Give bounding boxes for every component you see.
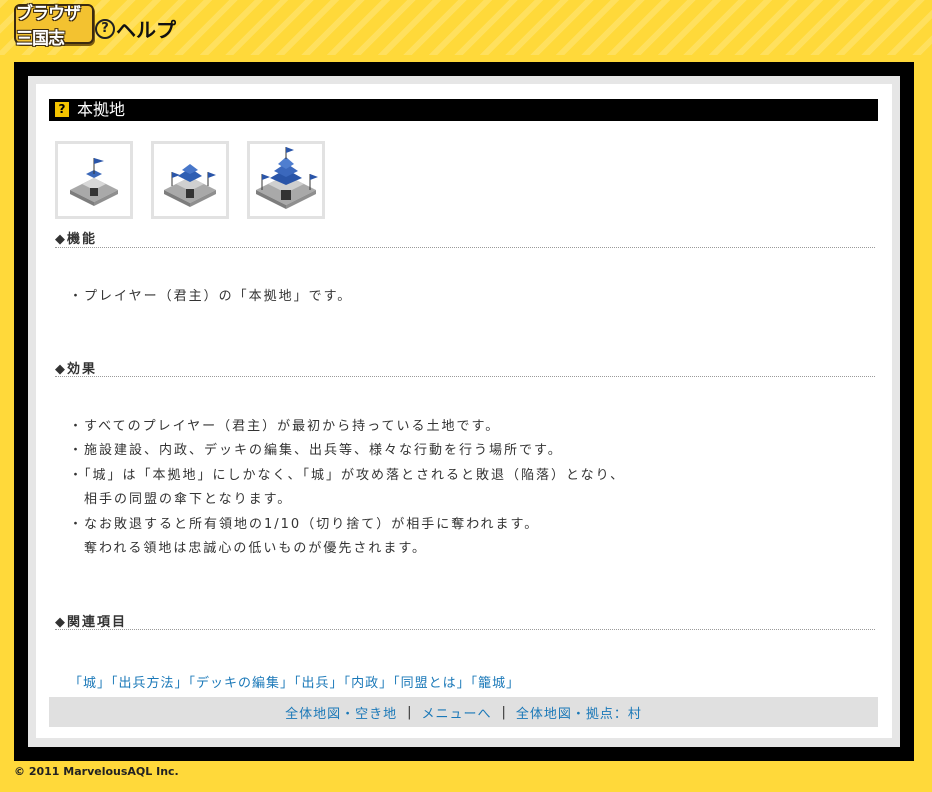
section-divider — [55, 376, 875, 377]
nav-separator: | — [501, 704, 506, 720]
related-link-dispatch[interactable]: 「出兵」 — [294, 676, 344, 691]
effect-line-5: ・なお敗退すると所有領地の1/10（切り捨て）が相手に奪われます。 — [69, 517, 540, 532]
effect-line-4: 相手の同盟の傘下となります。 — [84, 492, 293, 507]
effect-line-6: 奪われる領地は忠誠心の低いものが優先されます。 — [84, 541, 428, 556]
effect-line-2: ・施設建設、内政、デッキの編集、出兵等、様々な行動を行う場所です。 — [69, 443, 563, 458]
related-link-dispatch-method[interactable]: 「出兵方法」 — [111, 676, 189, 691]
section-title-function: ◆機能 — [55, 232, 97, 247]
nav-link-world-map-empty[interactable]: 全体地図・空き地 — [285, 703, 397, 722]
section-divider — [55, 629, 875, 630]
castle-level-1-image — [55, 141, 133, 219]
nav-link-world-map-village[interactable]: 全体地図・拠点：村 — [516, 703, 642, 722]
castle-level-3-icon — [256, 147, 318, 209]
related-links: 「城」「出兵方法」「デッキの編集」「出兵」「内政」「同盟とは」「籠城」 — [69, 672, 520, 691]
content-frame: ? 本拠地 ◆機能 ・プレイヤー（君主）の「本拠地」です。 ◆効果 ・すべてのプ… — [14, 62, 914, 761]
page-title: ヘルプ — [116, 18, 176, 42]
castle-level-2-icon — [164, 164, 216, 207]
castle-level-3-image — [247, 141, 325, 219]
question-circle-icon: ? — [95, 19, 115, 39]
related-link-castle[interactable]: 「城」 — [69, 676, 111, 691]
related-link-alliance[interactable]: 「同盟とは」 — [393, 676, 471, 691]
section-title-effect: ◆効果 — [55, 362, 97, 377]
castle-level-2-image — [151, 141, 229, 219]
logo-text: ブラウザ三国志 — [16, 4, 81, 49]
castle-level-1-icon — [70, 158, 118, 206]
effect-line-3: ・「城」は「本拠地」にしかなく、「城」が攻め落とされると敗退（陥落）となり、 — [69, 468, 626, 483]
content-frame-inner: ? 本拠地 ◆機能 ・プレイヤー（君主）の「本拠地」です。 ◆効果 ・すべてのプ… — [28, 76, 900, 747]
section-title-related: ◆関連項目 — [55, 615, 127, 630]
related-link-deck-edit[interactable]: 「デッキの編集」 — [189, 676, 295, 691]
section-divider — [55, 247, 875, 248]
game-logo[interactable]: ブラウザ三国志 — [14, 4, 94, 49]
related-link-internal-affairs[interactable]: 「内政」 — [344, 676, 394, 691]
related-link-siege[interactable]: 「籠城」 — [471, 676, 521, 691]
footer-navigation: 全体地図・空き地 | メニューへ | 全体地図・拠点：村 — [49, 697, 878, 727]
section-heading-bar: ? 本拠地 — [49, 99, 878, 121]
question-icon: ? — [55, 102, 69, 117]
copyright-text: © 2011 MarvelousAQL Inc. — [14, 765, 179, 778]
nav-separator: | — [407, 704, 412, 720]
content-panel: ? 本拠地 ◆機能 ・プレイヤー（君主）の「本拠地」です。 ◆効果 ・すべてのプ… — [36, 84, 892, 738]
heading-title: 本拠地 — [77, 100, 126, 119]
effect-line-1: ・すべてのプレイヤー（君主）が最初から持っている土地です。 — [69, 419, 501, 434]
nav-link-menu[interactable]: メニューへ — [421, 703, 491, 722]
function-line-1: ・プレイヤー（君主）の「本拠地」です。 — [69, 289, 353, 304]
